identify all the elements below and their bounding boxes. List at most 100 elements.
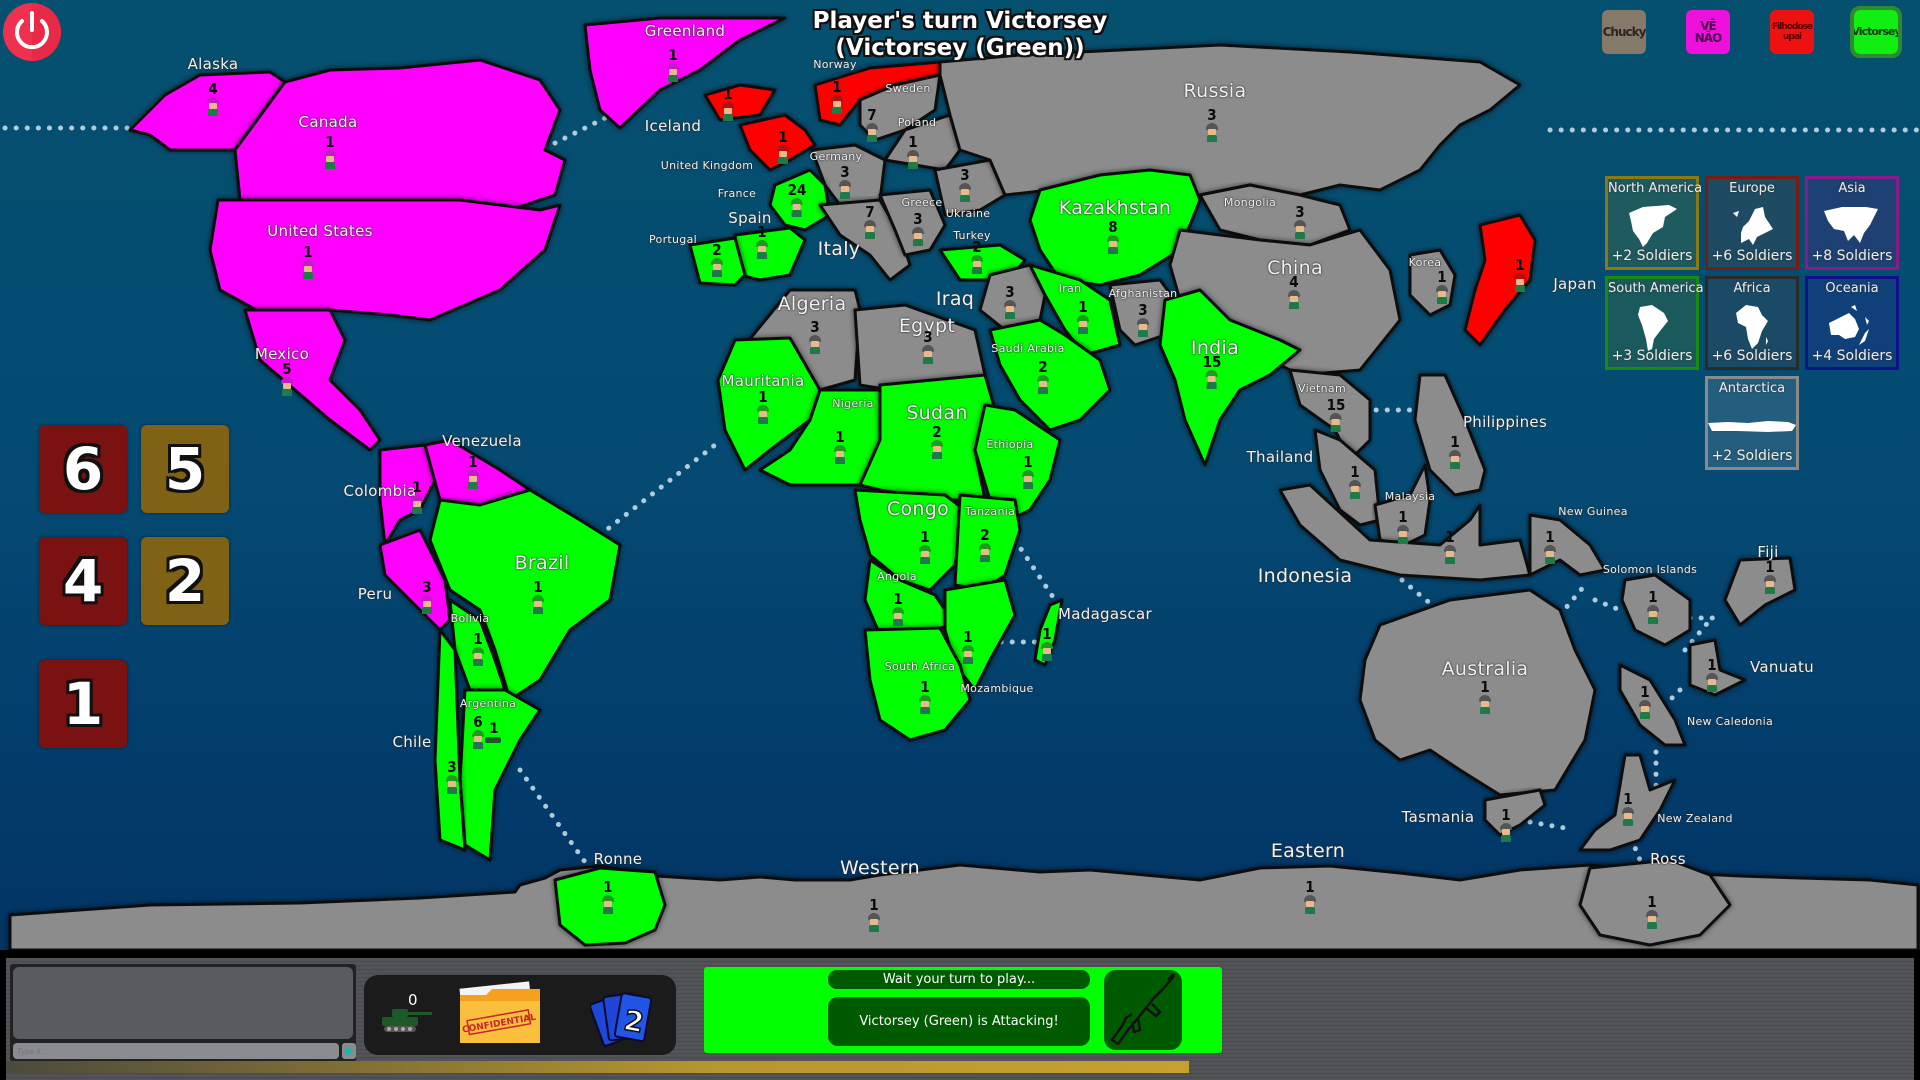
territory-label-tasmania[interactable]: Tasmania: [1402, 808, 1475, 826]
confidential-folder-icon[interactable]: CONFIDENTIAL: [456, 981, 546, 1051]
territory-label-united-kingdom[interactable]: United Kingdom: [661, 159, 754, 172]
troop-marker[interactable]: 1: [918, 680, 932, 715]
territory-label-ronne[interactable]: Ronne: [594, 850, 643, 868]
troop-marker[interactable]: 1: [1638, 685, 1652, 720]
troop-marker[interactable]: 7: [865, 108, 879, 143]
continent-card-antarctica[interactable]: Antarctica +2 Soldiers: [1705, 376, 1799, 470]
land-usa[interactable]: [208, 198, 562, 322]
land-new-guinea[interactable]: [1528, 513, 1607, 577]
territory-label-chile[interactable]: Chile: [392, 733, 431, 751]
territory-label-iraq[interactable]: Iraq: [936, 288, 974, 310]
continent-card-oceania[interactable]: Oceania +4 Soldiers: [1805, 276, 1899, 370]
territory-label-bolivia[interactable]: Bolivia: [451, 612, 490, 625]
troop-marker[interactable]: 1: [1621, 792, 1635, 827]
territory-label-japan[interactable]: Japan: [1553, 275, 1596, 293]
troop-marker[interactable]: 3: [420, 580, 434, 615]
continent-card-africa[interactable]: Africa +6 Soldiers: [1705, 276, 1799, 370]
territory-label-russia[interactable]: Russia: [1184, 80, 1247, 102]
troop-marker[interactable]: 1: [466, 455, 480, 490]
troop-marker[interactable]: 3: [445, 760, 459, 795]
chat-log[interactable]: [13, 967, 353, 1039]
territory-label-new-guinea[interactable]: New Guinea: [1558, 505, 1628, 518]
territory-label-nigeria[interactable]: Nigeria: [832, 397, 873, 410]
cards-icon[interactable]: 2: [590, 985, 660, 1049]
troop-marker[interactable]: 61: [471, 715, 501, 750]
troop-marker[interactable]: 1: [918, 530, 932, 565]
territory-label-canada[interactable]: Canada: [299, 113, 358, 131]
troop-marker[interactable]: 1: [1499, 808, 1513, 843]
territory-label-new-zealand[interactable]: New Zealand: [1657, 812, 1733, 825]
troop-marker[interactable]: 2: [1036, 360, 1050, 395]
territory-label-iran[interactable]: Iran: [1059, 282, 1082, 295]
troop-marker[interactable]: 1: [1021, 455, 1035, 490]
troop-marker[interactable]: 1: [1303, 880, 1317, 915]
troop-marker[interactable]: 7: [863, 205, 877, 240]
troop-marker[interactable]: 1: [961, 630, 975, 665]
land-sudan[interactable]: [858, 373, 997, 502]
land-new-caledonia[interactable]: [1618, 663, 1687, 747]
troop-marker[interactable]: 3: [1293, 205, 1307, 240]
player-chip-ve-nao[interactable]: VÊ NÃO: [1686, 10, 1730, 54]
troop-marker[interactable]: 1: [471, 632, 485, 667]
troop-marker[interactable]: 2: [930, 425, 944, 460]
territory-label-united-states[interactable]: United States: [267, 222, 372, 240]
player-chip-chucky[interactable]: Chucky: [1602, 10, 1646, 54]
territory-label-south-africa[interactable]: South Africa: [885, 660, 955, 673]
troop-marker[interactable]: 5: [280, 362, 294, 397]
land-russia[interactable]: [938, 43, 1522, 202]
troop-marker[interactable]: 1: [755, 225, 769, 260]
territory-label-afghanistan[interactable]: Afghanistan: [1109, 287, 1178, 300]
troop-marker[interactable]: 3: [808, 320, 822, 355]
troop-marker[interactable]: 1: [1435, 270, 1449, 305]
troop-marker[interactable]: 1: [1478, 680, 1492, 715]
territory-label-italy[interactable]: Italy: [818, 238, 861, 260]
territory-label-sweden[interactable]: Sweden: [885, 82, 930, 95]
troop-marker[interactable]: 4: [1287, 275, 1301, 310]
territory-label-poland[interactable]: Poland: [898, 116, 937, 129]
troop-marker[interactable]: 1: [1076, 300, 1090, 335]
land-iceland[interactable]: [703, 83, 777, 122]
continent-card-south-america[interactable]: South America +3 Soldiers: [1605, 276, 1704, 370]
player-chip-filhodoseupai[interactable]: Filhodoseupai: [1770, 10, 1814, 54]
territory-label-greenland[interactable]: Greenland: [645, 22, 726, 40]
troop-marker[interactable]: 1: [721, 87, 735, 122]
territory-label-mozambique[interactable]: Mozambique: [960, 682, 1033, 695]
territory-label-mongolia[interactable]: Mongolia: [1224, 196, 1276, 209]
land-mexico[interactable]: [243, 308, 382, 452]
troop-marker[interactable]: 1: [601, 880, 615, 915]
land-canada[interactable]: [233, 58, 567, 212]
continent-card-europe[interactable]: Europe +6 Soldiers: [1705, 176, 1799, 270]
troop-marker[interactable]: 1: [1705, 658, 1719, 693]
territory-label-vietnam[interactable]: Vietnam: [1298, 382, 1346, 395]
territory-label-australia[interactable]: Australia: [1442, 658, 1529, 680]
territory-label-philippines[interactable]: Philippines: [1463, 413, 1547, 431]
troop-marker[interactable]: 1: [1443, 530, 1457, 565]
troop-marker[interactable]: 3: [911, 212, 925, 247]
troop-marker[interactable]: 15: [1327, 398, 1345, 433]
territory-label-angola[interactable]: Angola: [877, 570, 917, 583]
troop-marker[interactable]: 1: [1645, 895, 1659, 930]
troop-marker[interactable]: 1: [776, 130, 790, 165]
troop-marker[interactable]: 1: [1646, 590, 1660, 625]
territory-label-alaska[interactable]: Alaska: [188, 55, 239, 73]
continent-card-asia[interactable]: Asia +8 Soldiers: [1805, 176, 1899, 270]
troop-marker[interactable]: 2: [970, 240, 984, 275]
territory-label-kazakhstan[interactable]: Kazakhstan: [1059, 197, 1171, 219]
troop-marker[interactable]: 8: [1106, 220, 1120, 255]
power-button[interactable]: [3, 3, 61, 61]
territory-label-peru[interactable]: Peru: [358, 585, 393, 603]
troop-marker[interactable]: 1: [830, 80, 844, 115]
territory-label-sudan[interactable]: Sudan: [906, 402, 967, 424]
territory-label-greece[interactable]: Greece: [902, 196, 943, 209]
troop-marker[interactable]: 1: [1396, 510, 1410, 545]
territory-label-tanzania[interactable]: Tanzania: [965, 505, 1015, 518]
troop-marker[interactable]: 1: [1543, 530, 1557, 565]
attack-button[interactable]: [1104, 970, 1182, 1050]
troop-marker[interactable]: 3: [1136, 303, 1150, 338]
troop-marker[interactable]: 1: [756, 390, 770, 425]
territory-label-madagascar[interactable]: Madagascar: [1058, 605, 1152, 623]
territory-label-western[interactable]: Western: [840, 857, 920, 879]
territory-label-algeria[interactable]: Algeria: [778, 293, 847, 315]
territory-label-congo[interactable]: Congo: [887, 498, 949, 520]
troop-marker[interactable]: 1: [1040, 627, 1054, 662]
